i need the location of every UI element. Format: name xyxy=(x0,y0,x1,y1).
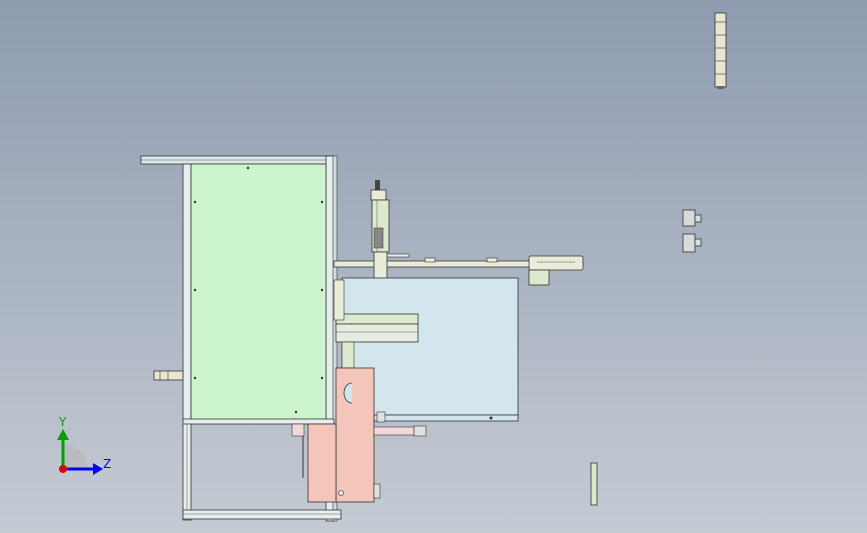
coordinate-triad: Y Z xyxy=(57,415,111,475)
connector-upper[interactable] xyxy=(682,209,702,227)
tower-light[interactable] xyxy=(714,12,727,89)
cad-viewport[interactable]: Y Z xyxy=(0,0,867,533)
pink-plate[interactable] xyxy=(335,367,381,503)
side-handle[interactable] xyxy=(153,370,184,381)
frame-panel[interactable] xyxy=(190,163,327,421)
gripper-head[interactable] xyxy=(528,255,584,286)
conveyor-arm[interactable] xyxy=(333,253,531,268)
vertical-cylinder[interactable] xyxy=(370,180,390,281)
pink-side-panel[interactable] xyxy=(291,423,337,503)
model-drawing[interactable]: Y Z xyxy=(0,0,867,533)
triad-z-label: Z xyxy=(103,457,111,471)
vertical-bar[interactable] xyxy=(590,462,598,506)
connector-lower[interactable] xyxy=(682,233,702,253)
frame-top-rail[interactable] xyxy=(140,155,334,165)
triad-y-label: Y xyxy=(58,415,67,429)
